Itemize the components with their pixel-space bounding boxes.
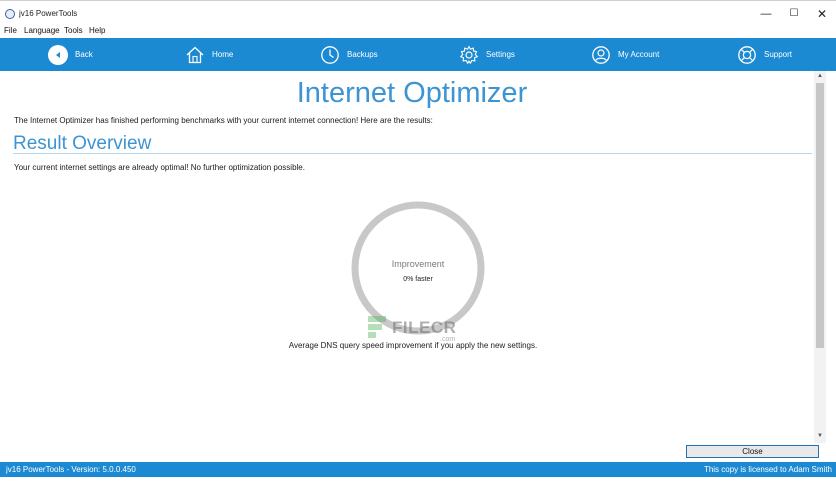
scroll-down-arrow-icon[interactable]: ▼ [814,431,826,441]
watermark-text: FILECR [392,318,457,337]
nav-back-label: Back [75,50,93,59]
version-text: jv16 PowerTools - Version: 5.0.0.450 [6,465,136,474]
nav-bar: Back Home Backups Settings My Account Su… [0,38,836,71]
user-icon [591,45,611,65]
nav-home-label: Home [212,50,234,59]
nav-settings-label: Settings [486,50,515,59]
gear-icon [459,45,479,65]
clock-icon [320,45,340,65]
nav-home[interactable]: Home [185,38,233,71]
gauge-caption: Average DNS query speed improvement if y… [288,341,538,350]
nav-backups-label: Backups [347,50,378,59]
menu-language[interactable]: Language [24,26,60,35]
close-button[interactable]: Close [686,445,819,458]
nav-my-account-label: My Account [618,50,660,59]
vertical-scrollbar[interactable]: ▲ ▼ [814,71,826,443]
nav-settings[interactable]: Settings [459,38,515,71]
watermark-logo-icon [368,316,386,338]
maximize-button[interactable]: ☐ [780,5,808,23]
nav-backups[interactable]: Backups [320,38,378,71]
scroll-up-arrow-icon[interactable]: ▲ [814,71,826,81]
intro-text: The Internet Optimizer has finished perf… [14,116,433,125]
bottom-strip [0,477,836,484]
lifebuoy-icon [737,45,757,65]
close-window-button[interactable]: ✕ [808,5,836,23]
back-arrow-icon [48,44,68,65]
page-title: Internet Optimizer [296,77,528,109]
nav-my-account[interactable]: My Account [591,38,659,71]
menu-bar: File Language Tools Help [0,25,836,38]
scroll-thumb[interactable] [816,83,824,348]
window-title: jv16 PowerTools [19,9,78,18]
section-title: Result Overview [13,133,152,154]
status-text: Your current internet settings are alrea… [14,163,305,172]
app-icon [5,9,15,19]
minimize-button[interactable]: — [752,5,780,23]
status-bar: jv16 PowerTools - Version: 5.0.0.450 Thi… [0,462,836,477]
license-text: This copy is licensed to Adam Smith [703,465,832,474]
menu-help[interactable]: Help [89,26,105,35]
section-divider [13,153,812,154]
gauge-value: 0% faster [403,276,433,283]
menu-tools[interactable]: Tools [64,26,83,35]
nav-back[interactable]: Back [48,38,93,71]
title-bar: jv16 PowerTools — ☐ ✕ [0,0,836,24]
gauge-label: Improvement [391,259,445,269]
home-icon [185,45,205,65]
menu-file[interactable]: File [4,26,17,35]
nav-support[interactable]: Support [737,38,792,71]
main-content: Internet Optimizer The Internet Optimize… [0,71,814,462]
nav-support-label: Support [764,50,793,59]
